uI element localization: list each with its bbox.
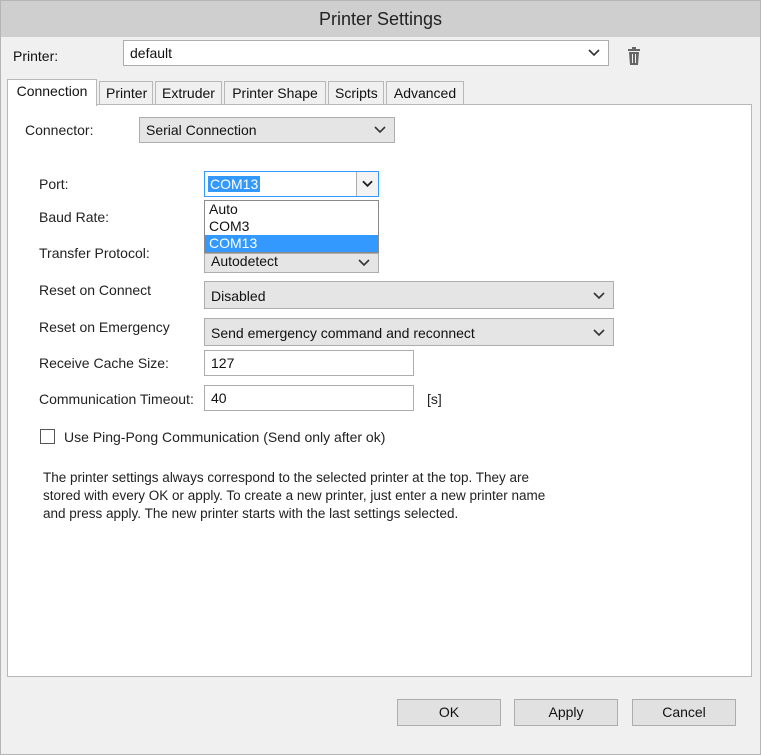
chevron-down-icon <box>593 282 605 310</box>
reset-on-emergency-label: Reset on Emergency <box>39 319 170 335</box>
communication-timeout-label: Communication Timeout: <box>39 391 194 407</box>
trash-icon[interactable] <box>625 47 643 67</box>
port-select-value: COM13 <box>208 176 261 192</box>
chevron-down-icon[interactable] <box>356 172 378 196</box>
receive-cache-size-input[interactable]: 127 <box>204 350 414 376</box>
printer-settings-window: Printer Settings Printer: default Connec… <box>0 0 761 755</box>
tab-printer[interactable]: Printer <box>99 81 153 105</box>
receive-cache-size-label: Receive Cache Size: <box>39 355 169 371</box>
port-option-com3[interactable]: COM3 <box>205 218 378 235</box>
port-select[interactable]: COM13 <box>204 171 379 197</box>
baud-rate-label: Baud Rate: <box>39 209 110 225</box>
info-text: The printer settings always correspond t… <box>43 470 546 521</box>
reset-on-connect-select[interactable]: Disabled <box>204 281 614 309</box>
timeout-unit: [s] <box>427 391 442 407</box>
tab-scripts[interactable]: Scripts <box>328 81 384 105</box>
apply-button[interactable]: Apply <box>514 699 618 726</box>
port-dropdown-list: Auto COM3 COM13 <box>204 200 379 253</box>
connector-select-value: Serial Connection <box>146 122 257 138</box>
transfer-protocol-value: Autodetect <box>211 253 278 269</box>
tab-connection[interactable]: Connection <box>7 79 97 106</box>
tab-advanced[interactable]: Advanced <box>386 81 464 105</box>
chevron-down-icon <box>358 254 370 272</box>
port-option-com13[interactable]: COM13 <box>205 235 378 252</box>
transfer-protocol-select[interactable]: Autodetect <box>204 253 379 273</box>
chevron-down-icon <box>593 319 605 347</box>
ping-pong-label: Use Ping-Pong Communication (Send only a… <box>64 429 386 445</box>
tab-extruder[interactable]: Extruder <box>155 81 222 105</box>
reset-on-emergency-select[interactable]: Send emergency command and reconnect <box>204 318 614 346</box>
chevron-down-icon <box>374 118 386 142</box>
reset-on-connect-label: Reset on Connect <box>39 282 152 298</box>
chevron-down-icon <box>588 41 600 65</box>
port-option-auto[interactable]: Auto <box>205 201 378 218</box>
transfer-protocol-label: Transfer Protocol: <box>39 245 150 261</box>
ping-pong-checkbox[interactable] <box>40 429 55 444</box>
window-title: Printer Settings <box>1 1 760 37</box>
reset-on-connect-value: Disabled <box>211 288 266 304</box>
ok-button[interactable]: OK <box>397 699 501 726</box>
connector-label: Connector: <box>25 122 94 138</box>
connector-select[interactable]: Serial Connection <box>139 117 395 143</box>
printer-label: Printer: <box>13 48 59 64</box>
cancel-button[interactable]: Cancel <box>632 699 736 726</box>
port-label: Port: <box>39 176 69 192</box>
tab-printer-shape[interactable]: Printer Shape <box>224 81 326 105</box>
printer-select-value: default <box>130 45 173 61</box>
printer-select[interactable]: default <box>123 40 609 66</box>
communication-timeout-input[interactable]: 40 <box>204 385 414 411</box>
reset-on-emergency-value: Send emergency command and reconnect <box>211 325 475 341</box>
